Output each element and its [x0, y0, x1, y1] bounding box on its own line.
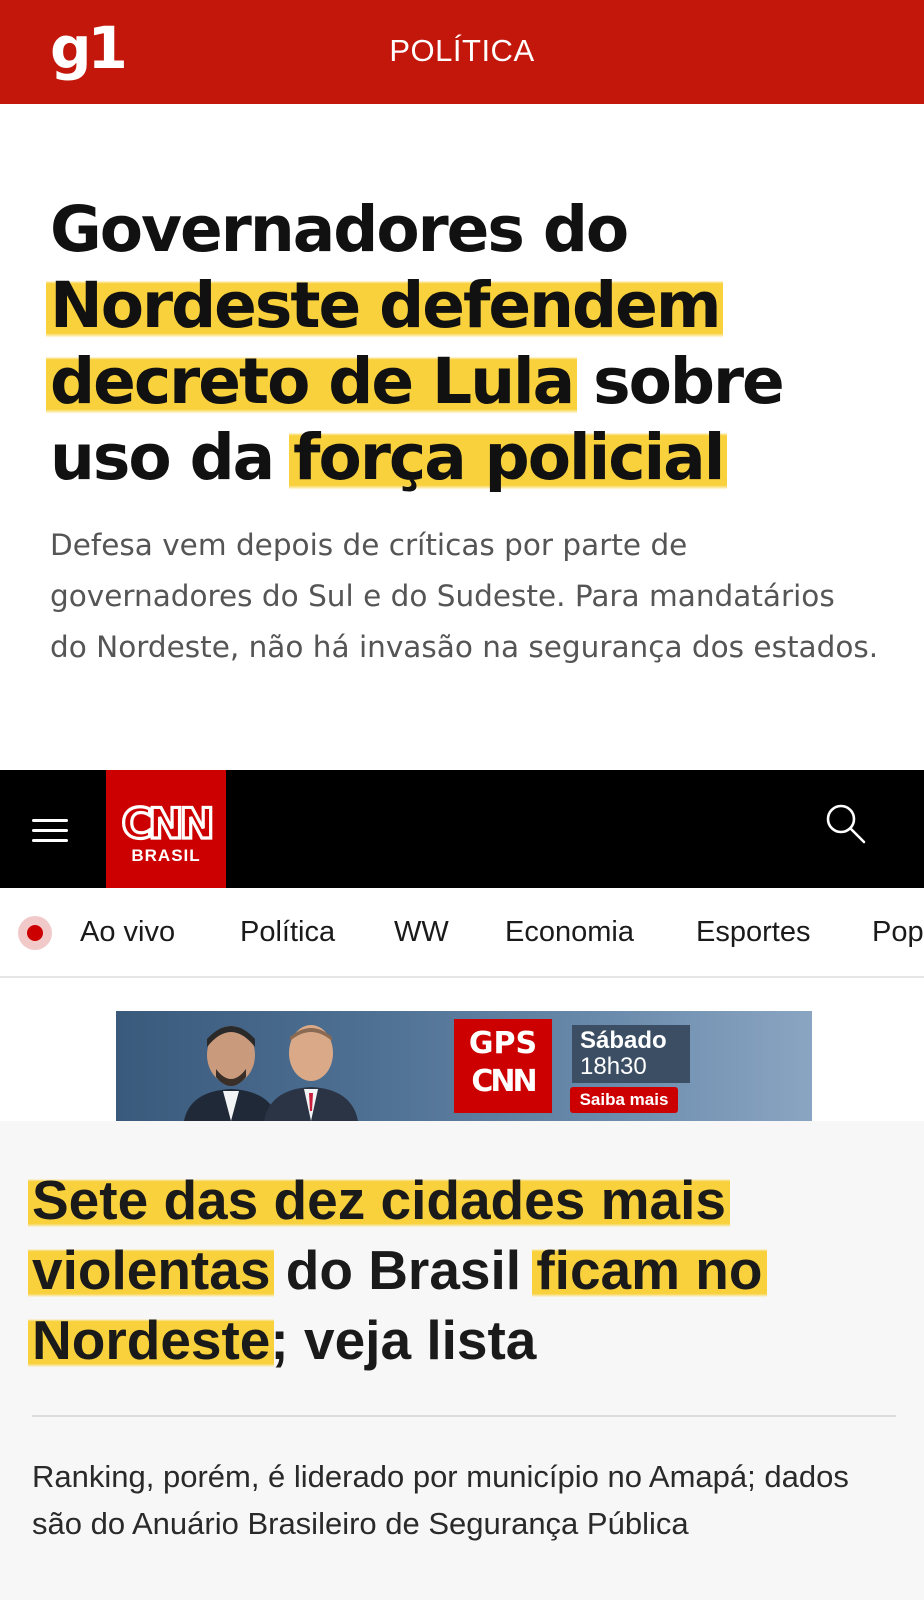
- program-name-bottom: CNN: [471, 1064, 537, 1099]
- headline-highlight: força policial: [289, 421, 728, 494]
- nav-item-economia[interactable]: Economia: [505, 912, 634, 952]
- hamburger-menu-icon[interactable]: [32, 815, 68, 845]
- nav-item-ww[interactable]: WW: [394, 912, 449, 952]
- headline-text: do Brasil: [285, 1239, 522, 1301]
- program-name-top: GPS: [468, 1026, 538, 1061]
- gps-cnn-banner[interactable]: GPS CNN Sábado 18h30 Saiba mais: [116, 1011, 812, 1121]
- g1-headline[interactable]: Governadores do Nordeste defendem decret…: [46, 192, 890, 496]
- saiba-mais-button[interactable]: Saiba mais: [570, 1087, 678, 1113]
- cnn-logo-text: CNN: [121, 800, 211, 844]
- nav-item-politica[interactable]: Política: [240, 912, 335, 952]
- headline-text: Governadores do: [50, 193, 629, 266]
- cnn-logo-mark: CNN: [120, 800, 216, 844]
- schedule-time: 18h30: [580, 1053, 647, 1080]
- nav-item-ao-vivo[interactable]: Ao vivo: [80, 912, 175, 952]
- g1-summary: Defesa vem depois de críticas por parte …: [50, 528, 879, 664]
- cnn-headline[interactable]: Sete das dez cidades mais violentas do B…: [28, 1165, 892, 1375]
- cnn-header: CNN BRASIL: [0, 770, 924, 888]
- cnn-logo-subtitle: BRASIL: [131, 846, 201, 865]
- cnn-nav-bar: Ao vivo Política WW Economia Esportes Po…: [0, 888, 924, 978]
- presenter-image: [264, 1025, 358, 1121]
- divider: [32, 1415, 896, 1417]
- cnn-article: Sete das dez cidades mais violentas do B…: [0, 1121, 924, 1600]
- schedule-box: Sábado 18h30: [572, 1025, 690, 1083]
- gps-cnn-logo: GPS CNN: [454, 1019, 552, 1113]
- nav-item-esportes[interactable]: Esportes: [696, 912, 810, 952]
- cnn-summary: Ranking, porém, é liderado por município…: [32, 1459, 849, 1541]
- headline-text: ; veja lista: [270, 1309, 537, 1371]
- search-icon[interactable]: [822, 800, 870, 848]
- live-dot-icon: [18, 916, 52, 950]
- nav-item-pop[interactable]: Pop: [872, 912, 924, 952]
- schedule-day: Sábado: [580, 1027, 667, 1054]
- g1-header: g1 POLÍTICA: [0, 0, 924, 104]
- section-title[interactable]: POLÍTICA: [0, 30, 924, 72]
- cnn-brasil-logo[interactable]: CNN BRASIL: [106, 770, 226, 888]
